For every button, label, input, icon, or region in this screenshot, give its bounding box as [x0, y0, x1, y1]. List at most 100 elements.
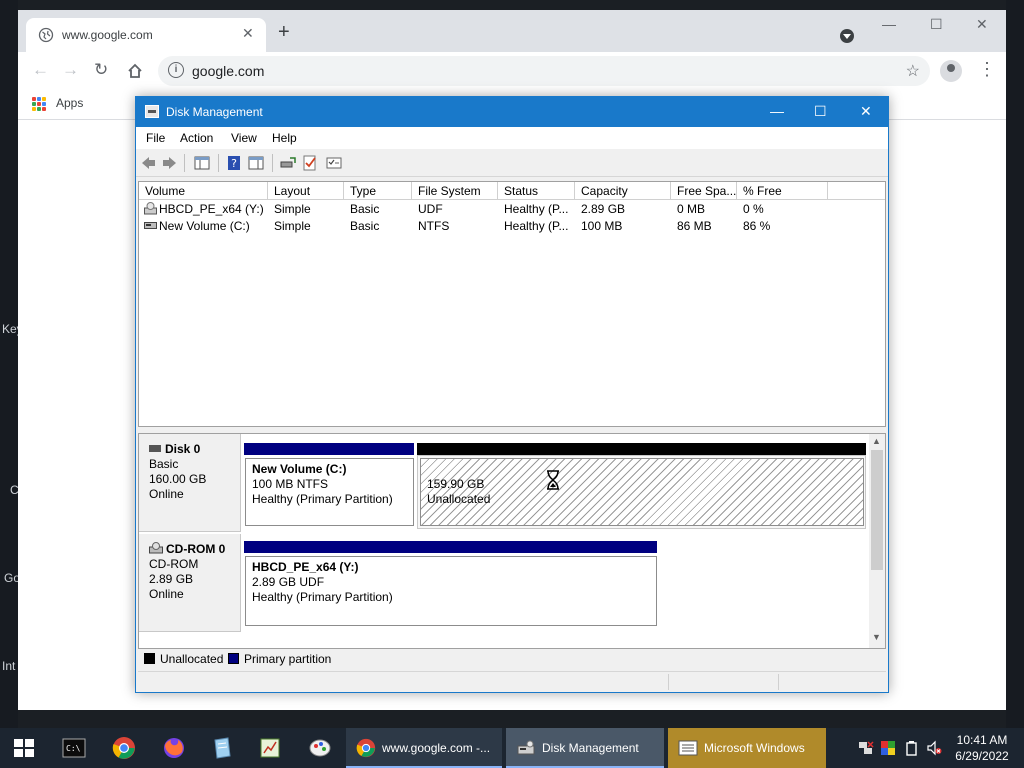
svg-text:?: ?: [231, 157, 237, 170]
column-header-type[interactable]: Type: [344, 182, 412, 200]
scroll-up-icon[interactable]: ▲: [872, 436, 881, 446]
notes-app-icon[interactable]: [210, 736, 234, 760]
spreadsheet-app-icon[interactable]: [258, 736, 282, 760]
bookmark-star-icon[interactable]: ☆: [906, 61, 920, 81]
browser-tab[interactable]: www.google.com ✕: [26, 18, 266, 52]
network-icon[interactable]: [858, 740, 874, 756]
help-icon[interactable]: ?: [226, 155, 242, 171]
column-header-layout[interactable]: Layout: [268, 182, 344, 200]
column-header-volume[interactable]: Volume: [139, 182, 268, 200]
close-icon[interactable]: ✕: [860, 103, 872, 120]
graph-scrollbar[interactable]: ▲ ▼: [869, 434, 885, 648]
volume-muted-icon[interactable]: [926, 740, 942, 756]
info-icon[interactable]: i: [168, 62, 184, 78]
cell-capacity: 2.89 GB: [581, 202, 626, 216]
column-header-percent-free[interactable]: % Free: [737, 182, 828, 200]
menu-file[interactable]: File: [146, 131, 165, 145]
menu-help[interactable]: Help: [272, 131, 297, 145]
disk-0-label[interactable]: Disk 0 Basic 160.00 GB Online: [139, 434, 241, 532]
console-tree-icon[interactable]: [194, 155, 210, 171]
table-row[interactable]: New Volume (C:) Simple Basic NTFS Health…: [139, 218, 885, 235]
title-bar[interactable]: Disk Management — ☐ ✕: [136, 97, 888, 127]
partition-new-volume[interactable]: New Volume (C:) 100 MB NTFS Healthy (Pri…: [245, 458, 414, 526]
taskbar-clock[interactable]: 10:41 AM 6/29/2022: [950, 732, 1014, 764]
clock-time: 10:41 AM: [956, 733, 1008, 747]
status-bar: [138, 671, 886, 691]
close-icon[interactable]: ✕: [976, 16, 988, 33]
tab-close-icon[interactable]: ✕: [242, 25, 254, 42]
volume-list-header: Volume Layout Type File System Status Ca…: [139, 182, 885, 200]
connect-disk-icon[interactable]: [280, 155, 296, 171]
column-header-file-system[interactable]: File System: [412, 182, 498, 200]
color-display-icon[interactable]: [880, 740, 896, 756]
legend-swatch-primary: [228, 653, 239, 664]
cell-free-space: 86 MB: [677, 219, 712, 233]
minimize-icon[interactable]: —: [882, 16, 896, 32]
cell-capacity: 100 MB: [581, 219, 623, 233]
cd-drive-icon: [149, 542, 163, 554]
tab-search-icon[interactable]: [840, 29, 854, 43]
unallocated-bar: [417, 443, 866, 455]
taskbar-item-disk-management[interactable]: Disk Management: [506, 728, 664, 768]
chrome-icon: [356, 738, 376, 758]
partition-name: New Volume (C:): [252, 462, 347, 476]
partition-unallocated[interactable]: 159.90 GB Unallocated: [420, 458, 864, 526]
menu-action[interactable]: Action: [180, 131, 213, 145]
hard-disk-icon: [149, 445, 161, 452]
partition-size: 100 MB NTFS: [252, 477, 329, 491]
disk-management-icon: [145, 105, 159, 118]
menu-view[interactable]: View: [231, 131, 257, 145]
partition-name: HBCD_PE_x64 (Y:): [252, 560, 359, 574]
command-prompt-icon[interactable]: C:\: [62, 736, 86, 760]
paint-app-icon[interactable]: [308, 736, 332, 760]
apps-grid-icon[interactable]: [32, 97, 46, 111]
back-arrow-icon[interactable]: [140, 155, 156, 171]
cell-volume: New Volume (C:): [159, 219, 250, 233]
cell-layout: Simple: [274, 202, 311, 216]
tab-title: www.google.com: [62, 28, 153, 42]
reload-icon[interactable]: ↻: [94, 61, 108, 79]
table-row[interactable]: HBCD_PE_x64 (Y:) Simple Basic UDF Health…: [139, 201, 885, 218]
disk-management-window: Disk Management — ☐ ✕ File Action View H…: [135, 96, 889, 693]
legend-swatch-unallocated: [144, 653, 155, 664]
chrome-icon[interactable]: [112, 736, 136, 760]
scroll-down-icon[interactable]: ▼: [872, 632, 881, 642]
check-icon[interactable]: [302, 155, 318, 171]
column-header-capacity[interactable]: Capacity: [575, 182, 671, 200]
maximize-icon[interactable]: ☐: [814, 103, 827, 120]
primary-partition-bar: [244, 541, 657, 553]
window-title: Disk Management: [166, 105, 263, 119]
home-icon[interactable]: [126, 62, 144, 80]
battery-icon[interactable]: [904, 740, 920, 756]
forward-icon[interactable]: →: [62, 61, 79, 79]
tab-strip: www.google.com ✕ + — ☐ ✕: [18, 10, 1006, 52]
desktop-icon-label[interactable]: Int: [2, 659, 15, 673]
cdrom-0-label[interactable]: CD-ROM 0 CD-ROM 2.89 GB Online: [139, 534, 241, 632]
address-bar[interactable]: i google.com ☆: [158, 56, 930, 86]
minimize-icon[interactable]: —: [770, 103, 784, 119]
windows-start-icon[interactable]: [14, 739, 34, 757]
taskbar-item-microsoft-windows[interactable]: Microsoft Windows: [668, 728, 826, 768]
hourglass-cursor-icon: [547, 470, 559, 490]
legend-label-primary: Primary partition: [244, 652, 332, 666]
taskbar-item-chrome[interactable]: www.google.com -...: [346, 728, 502, 768]
status-bar-divider: [778, 674, 779, 690]
firefox-icon[interactable]: [162, 736, 186, 760]
toolbar-separator: [218, 154, 219, 172]
new-tab-icon[interactable]: +: [278, 22, 290, 42]
menu-kebab-icon[interactable]: ⋮: [978, 60, 996, 78]
column-header-status[interactable]: Status: [498, 182, 575, 200]
settings-list-icon[interactable]: [326, 155, 342, 171]
partition-status: Healthy (Primary Partition): [252, 492, 393, 506]
maximize-icon[interactable]: ☐: [930, 16, 943, 33]
back-icon[interactable]: ←: [32, 61, 49, 79]
partition-hbcd[interactable]: HBCD_PE_x64 (Y:) 2.89 GB UDF Healthy (Pr…: [245, 556, 657, 626]
profile-avatar-icon[interactable]: [940, 60, 962, 82]
cell-type: Basic: [350, 202, 380, 216]
forward-arrow-icon[interactable]: [162, 155, 178, 171]
properties-icon[interactable]: [248, 155, 264, 171]
column-header-free-space[interactable]: Free Spa...: [671, 182, 737, 200]
scrollbar-thumb[interactable]: [871, 450, 883, 570]
apps-bookmark[interactable]: Apps: [56, 96, 83, 110]
disk-size: 160.00 GB: [149, 472, 207, 486]
